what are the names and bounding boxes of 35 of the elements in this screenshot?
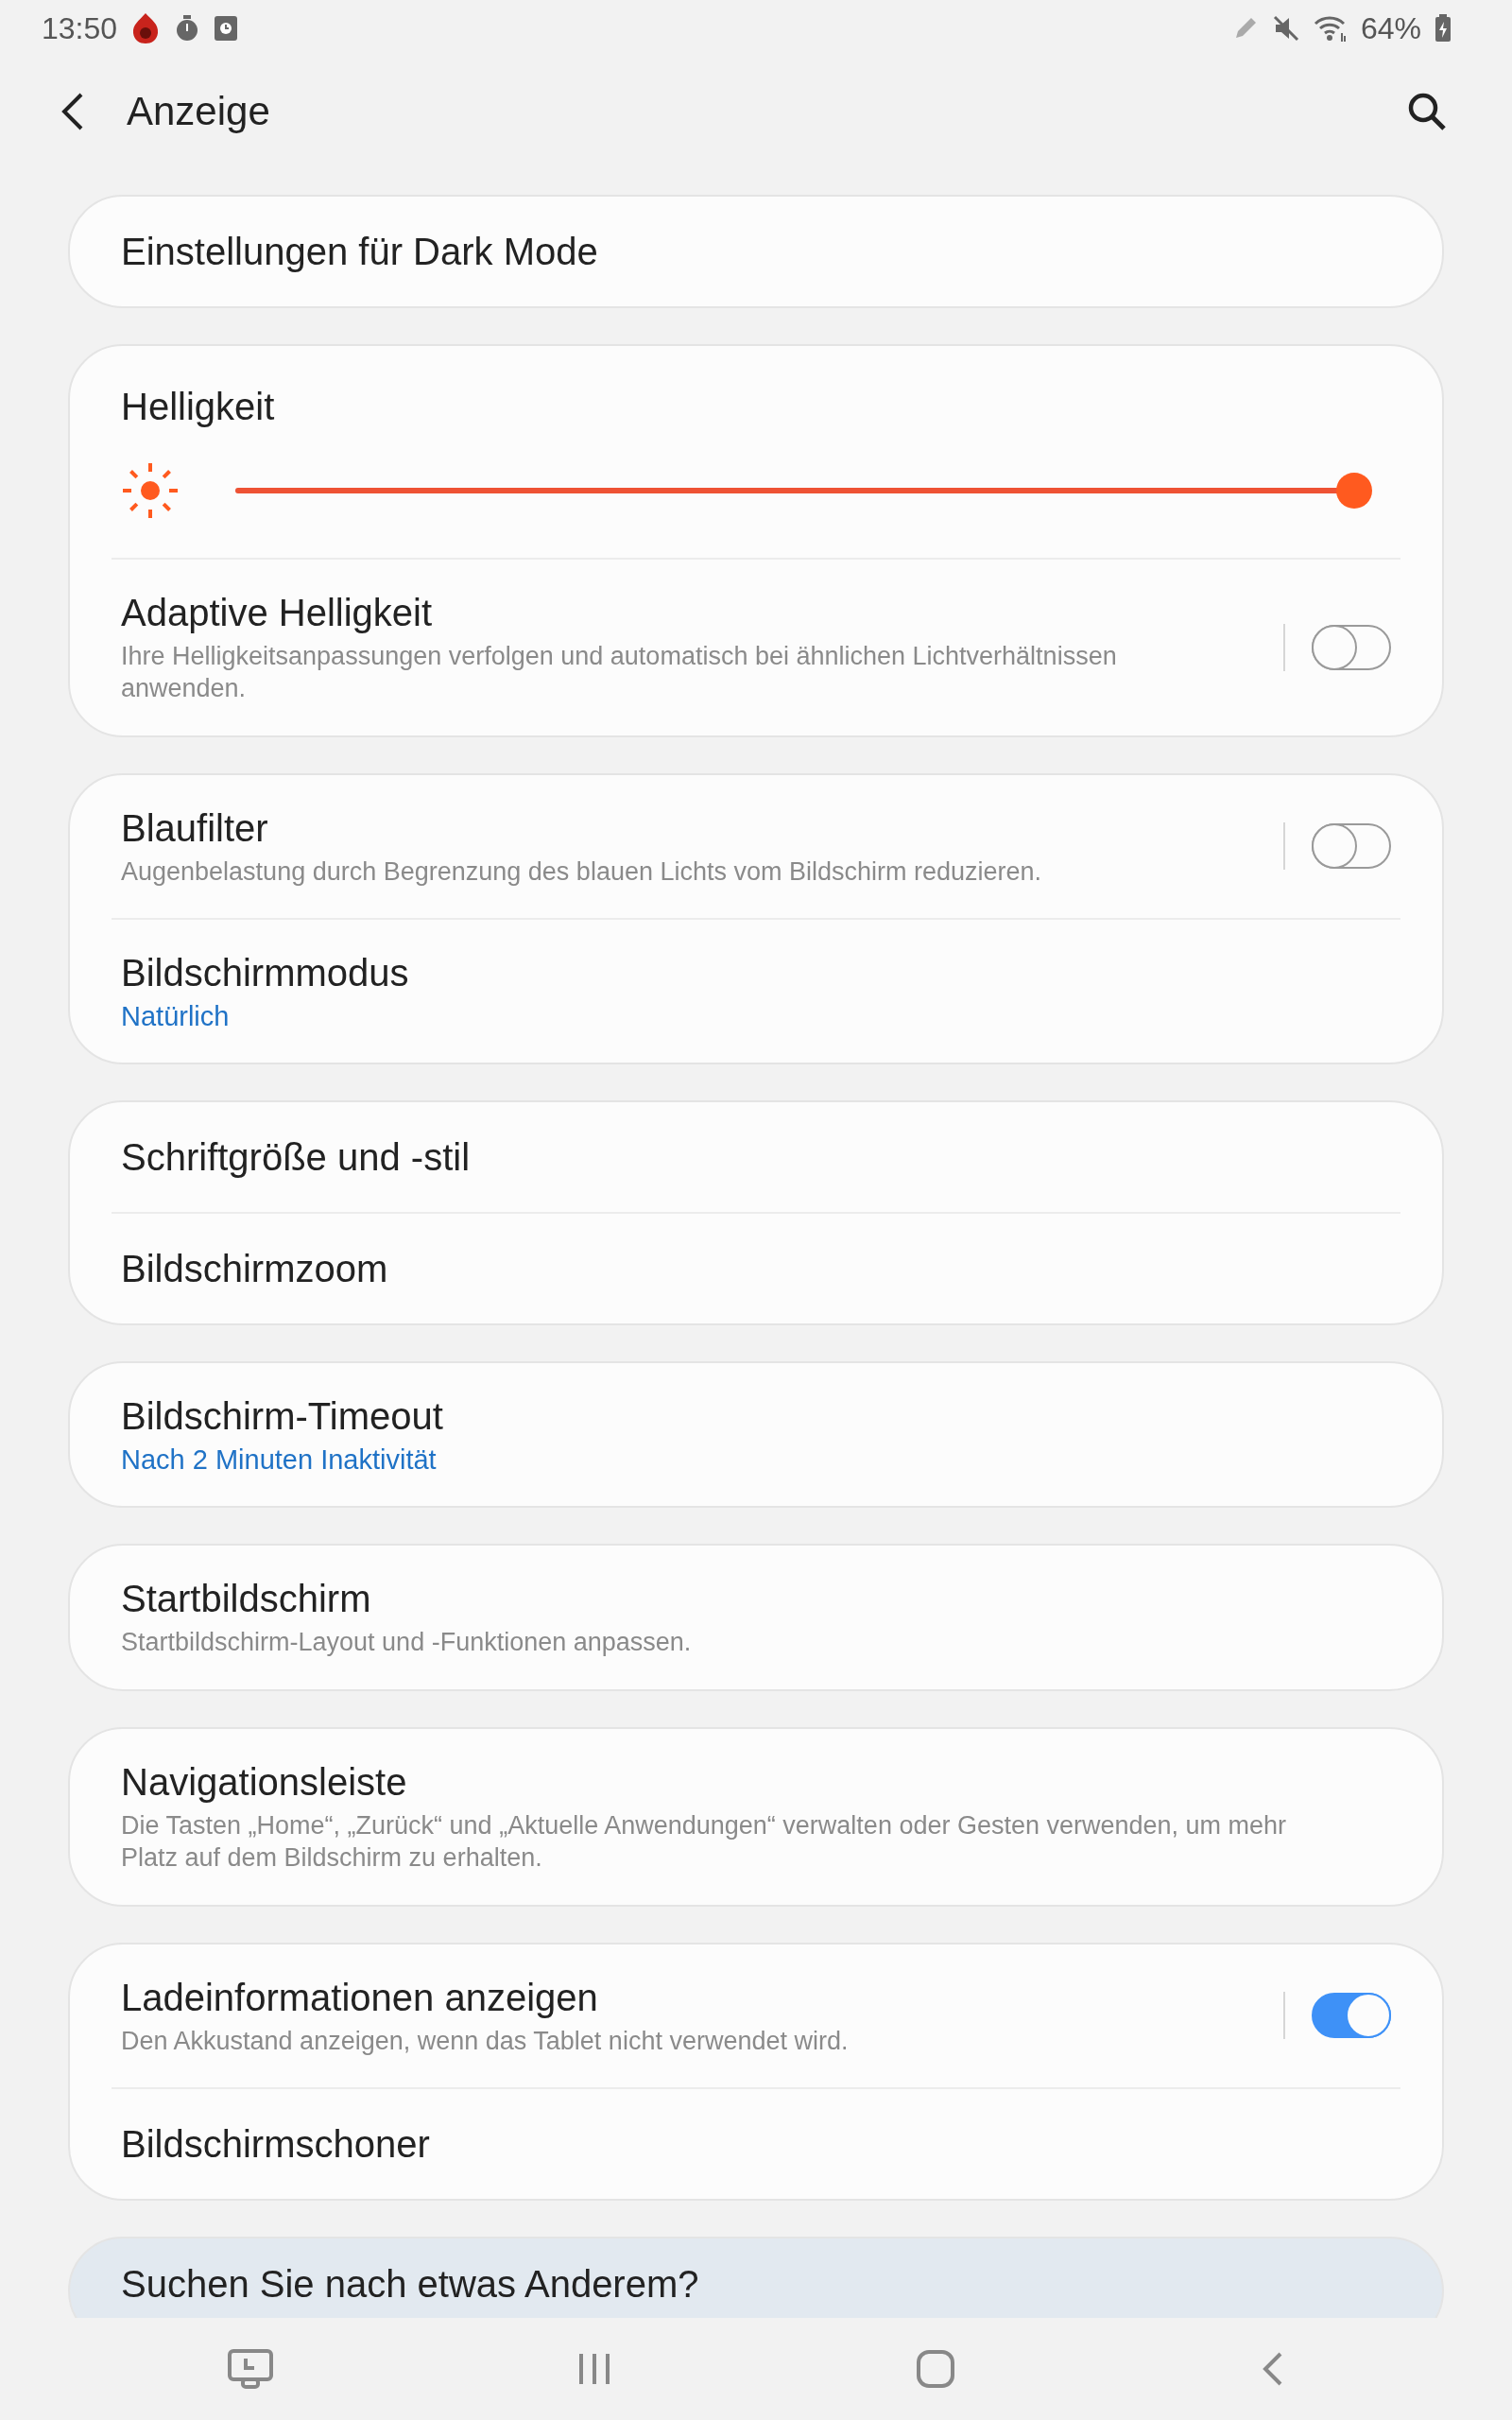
setting-title: Ladeinformationen anzeigen xyxy=(121,1975,599,2020)
setting-value: Natürlich xyxy=(121,1001,231,1033)
setting-title: Bildschirmmodus xyxy=(121,951,410,996)
search-icon[interactable] xyxy=(1406,91,1448,132)
setting-description: Den Akkustand anzeigen, wenn das Tablet nicht verwendet wird. xyxy=(121,2025,850,2057)
setting-title: Bildschirmschoner xyxy=(121,2122,431,2168)
battery-percentage: 64% xyxy=(1360,10,1421,46)
home-icon[interactable] xyxy=(914,2348,956,2390)
clock-icon xyxy=(214,15,239,42)
suggestion-title: Suchen Sie nach etwas Anderem? xyxy=(120,2262,700,2308)
screen-icon[interactable] xyxy=(226,2348,274,2390)
page-title: Anzeige xyxy=(127,89,271,134)
setting-title: Helligkeit xyxy=(121,385,276,429)
sun-icon xyxy=(121,461,180,520)
setting-title: Bildschirm-Timeout xyxy=(121,1394,444,1440)
setting-title: Einstellungen für Dark Mode xyxy=(121,230,599,274)
setting-title: Blaufilter xyxy=(121,805,269,851)
mute-icon xyxy=(1271,14,1300,43)
wifi-icon xyxy=(1313,14,1348,43)
setting-value: Nach 2 Minuten Inaktivität xyxy=(121,1444,438,1477)
setting-description: Augenbelastung durch Begrenzung des blauen Lichts vom Bildschirm reduzieren. xyxy=(121,856,1043,888)
setting-title: Bildschirmzoom xyxy=(121,1247,389,1292)
toggle-switch[interactable] xyxy=(1312,624,1391,670)
setting-title: Startbildschirm xyxy=(121,1577,372,1622)
setting-title: Schriftgröße und -stil xyxy=(121,1135,472,1181)
slider-thumb[interactable] xyxy=(1336,473,1372,509)
setting-title: Navigationsleiste xyxy=(121,1760,408,1805)
setting-title: Adaptive Helligkeit xyxy=(121,591,434,635)
setting-description: Die Tasten „Home“, „Zurück“ und „Aktuelle Anwendungen“ verwalten oder Gesten verwenden, um mehr Platz auf dem Bildschirm zu erhalten. xyxy=(121,1810,1288,1874)
battery-icon xyxy=(1435,14,1452,43)
status-time: 13:50 xyxy=(42,10,118,46)
setting-description: Startbildschirm-Layout und -Funktionen anpassen. xyxy=(121,1627,693,1659)
toggle-switch[interactable] xyxy=(1312,1993,1391,2039)
setting-description: Ihre Helligkeitsanpassungen verfolgen und automatisch bei ähnlichen Lichtverhältnissen anwenden. xyxy=(121,641,1118,704)
toggle-switch[interactable] xyxy=(1312,823,1391,870)
